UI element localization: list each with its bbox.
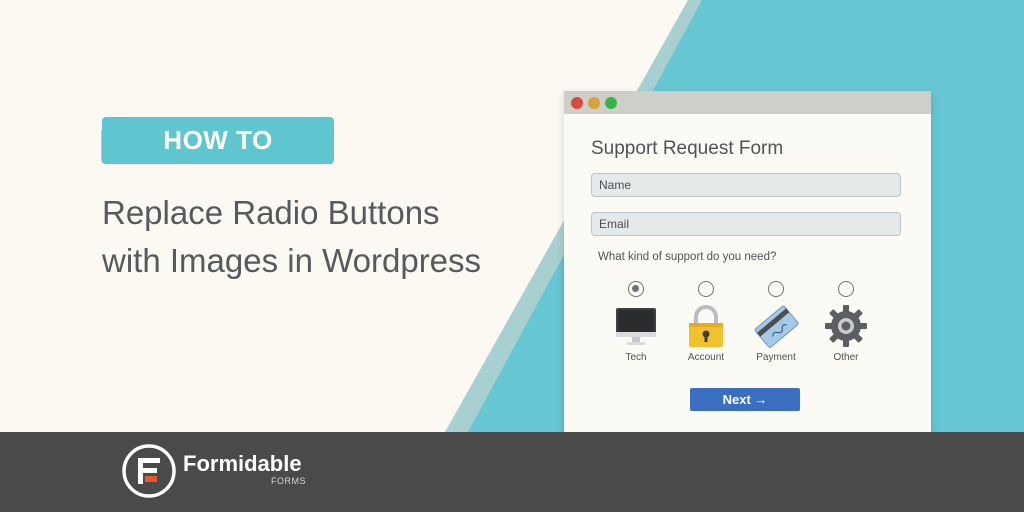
option-other[interactable]: Other [816, 281, 876, 363]
headline-line-2: with Images in Wordpress [102, 242, 482, 279]
maximize-dot[interactable] [605, 96, 617, 109]
window-titlebar [564, 91, 931, 114]
computer-icon [616, 308, 656, 345]
option-payment[interactable]: Payment [746, 281, 806, 363]
minimize-dot[interactable] [588, 96, 600, 109]
formidable-logo-icon [122, 444, 176, 498]
radio-account[interactable] [698, 281, 714, 297]
option-tech[interactable]: Tech [606, 281, 666, 363]
radio-payment[interactable] [768, 281, 784, 297]
option-label: Account [687, 352, 725, 363]
next-button[interactable]: Next → [690, 388, 800, 411]
form-title: Support Request Form [591, 138, 784, 159]
padlock-icon [689, 305, 723, 347]
option-label: Other [833, 352, 859, 363]
email-field[interactable]: Email [591, 212, 901, 236]
name-field[interactable]: Name [591, 173, 901, 197]
credit-card-icon [754, 305, 799, 348]
headline-line-1: Replace Radio Buttons [102, 194, 440, 231]
option-label: Tech [625, 352, 647, 363]
how-to-badge: HOW TO [102, 117, 334, 164]
brand-name: Formidable [183, 451, 302, 476]
support-question: What kind of support do you need? [598, 251, 777, 263]
option-label: Payment [756, 352, 796, 363]
radio-other[interactable] [838, 281, 854, 297]
brand-subtitle: FORMS [271, 476, 306, 486]
gear-icon [825, 305, 867, 347]
headline: Replace Radio Buttons with Images in Wor… [102, 189, 562, 285]
close-dot[interactable] [571, 96, 583, 109]
radio-tech[interactable] [628, 281, 644, 297]
option-account[interactable]: Account [676, 281, 736, 363]
browser-window: Support Request Form Name Email What kin… [564, 91, 931, 432]
